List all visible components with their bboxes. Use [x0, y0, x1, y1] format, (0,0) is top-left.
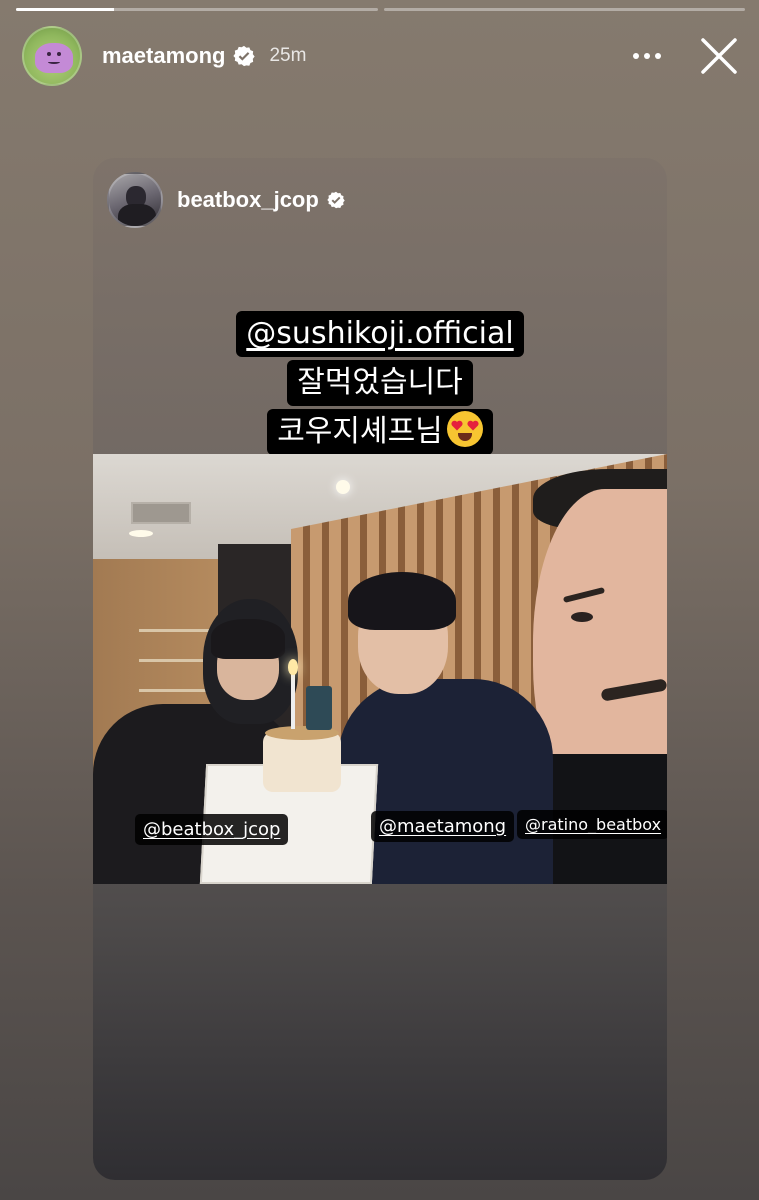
verified-badge-icon [233, 45, 256, 67]
mention-tag-beatbox-jcop[interactable]: @beatbox_jcop [135, 814, 289, 845]
avatar[interactable] [22, 26, 82, 86]
caption-line: 코우지셰프님 [277, 414, 443, 449]
close-icon[interactable] [693, 30, 745, 82]
story-photo: @beatbox_jcop @maetamong @ratino_beatbox [93, 454, 667, 884]
progress-segment-2 [383, 8, 745, 11]
story-caption: @sushikoji.official 잘먹었습니다 코우지셰프님 [93, 308, 667, 455]
progress-fill [16, 8, 114, 11]
mention-tag-maetamong[interactable]: @maetamong [371, 811, 515, 842]
shared-post-username[interactable]: beatbox_jcop [177, 187, 319, 213]
caption-mention[interactable]: @sushikoji.official [236, 311, 524, 357]
story-progress-bar [16, 8, 745, 12]
heart-eyes-emoji [446, 411, 483, 447]
shared-post-avatar[interactable] [107, 172, 163, 228]
shared-post-header: beatbox_jcop [107, 172, 345, 228]
story-username[interactable]: maetamong [102, 43, 225, 69]
caption-line: 잘먹었습니다 [287, 360, 473, 406]
mention-tag-ratino-beatbox[interactable]: @ratino_beatbox [517, 810, 667, 839]
ditto-avatar-icon [35, 43, 73, 73]
caption-line-with-emoji: 코우지셰프님 [267, 409, 493, 455]
story-header: maetamong 25m [22, 26, 745, 86]
shared-post-card[interactable]: beatbox_jcop @sushikoji.official 잘먹었습니다 … [93, 158, 667, 1180]
story-timestamp: 25m [269, 45, 307, 66]
verified-badge-icon [327, 191, 345, 209]
more-horizontal-icon[interactable] [627, 44, 667, 68]
progress-segment-1 [16, 8, 378, 11]
